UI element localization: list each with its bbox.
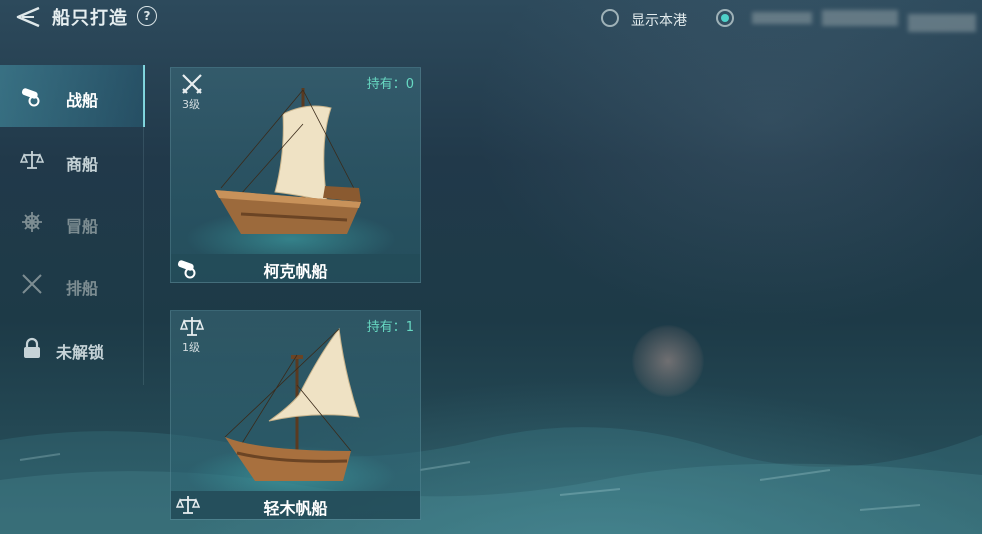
ship-name: 轻木帆船: [263, 499, 328, 518]
background-glow: [632, 325, 704, 397]
sidebar-item-locked[interactable]: 未解锁: [0, 317, 143, 379]
ship-level: 1级: [182, 341, 200, 354]
ship-wheel-icon: [22, 212, 42, 232]
scales-icon: [20, 151, 44, 169]
sloop-ship-image: [224, 327, 360, 481]
sidebar-item-label: 排船: [66, 279, 99, 298]
sidebar-item-label: 未解锁: [56, 343, 105, 362]
cog-ship-image: [215, 88, 362, 234]
ship-card[interactable]: 3级 持有：0 柯克帆船: [170, 67, 421, 283]
page-title: 船只打造: [52, 8, 128, 29]
help-button[interactable]: ?: [137, 6, 157, 26]
sidebar-item-warship[interactable]: 战船: [0, 65, 145, 127]
redacted-text: [752, 12, 812, 24]
show-port-radio[interactable]: [601, 9, 619, 27]
crossed-swords-icon: [182, 74, 202, 94]
ship-card-footer: 柯克帆船: [171, 254, 420, 282]
ship-card[interactable]: 1级 持有：1 轻木帆船: [170, 310, 421, 520]
sidebar-item-label: 冒船: [66, 217, 99, 236]
sidebar-item-merchant[interactable]: 商船: [0, 129, 143, 191]
redacted-text: [822, 10, 898, 26]
back-arrow-icon[interactable]: [12, 4, 42, 30]
show-port-label: 显示本港: [631, 13, 687, 29]
sea-waves: [0, 427, 982, 534]
sidebar-item-label: 商船: [66, 155, 99, 174]
ship-owned-count: 持有：1: [366, 320, 414, 335]
sidebar-item-label: 战船: [66, 91, 99, 110]
filter-radio-selected[interactable]: [716, 9, 734, 27]
sidebar-item-adventure[interactable]: 冒船: [0, 191, 143, 253]
top-bar: 船只打造 ? 显示本港: [0, 0, 982, 36]
crossed-swords-icon: [22, 274, 42, 294]
ship-owned-count: 持有：0: [366, 77, 414, 92]
scales-icon: [180, 317, 204, 336]
lock-icon: [24, 337, 40, 358]
ship-category-sidebar: 战船 商船 冒船 排船 未解锁: [0, 65, 145, 385]
redacted-text: [908, 14, 976, 32]
ship-level: 3级: [182, 98, 200, 111]
cannon-icon: [21, 88, 40, 107]
ship-card-footer: 轻木帆船: [171, 491, 420, 519]
ship-name: 柯克帆船: [263, 262, 328, 281]
sidebar-item-row[interactable]: 排船: [0, 253, 143, 315]
sidebar-divider: [143, 65, 144, 385]
